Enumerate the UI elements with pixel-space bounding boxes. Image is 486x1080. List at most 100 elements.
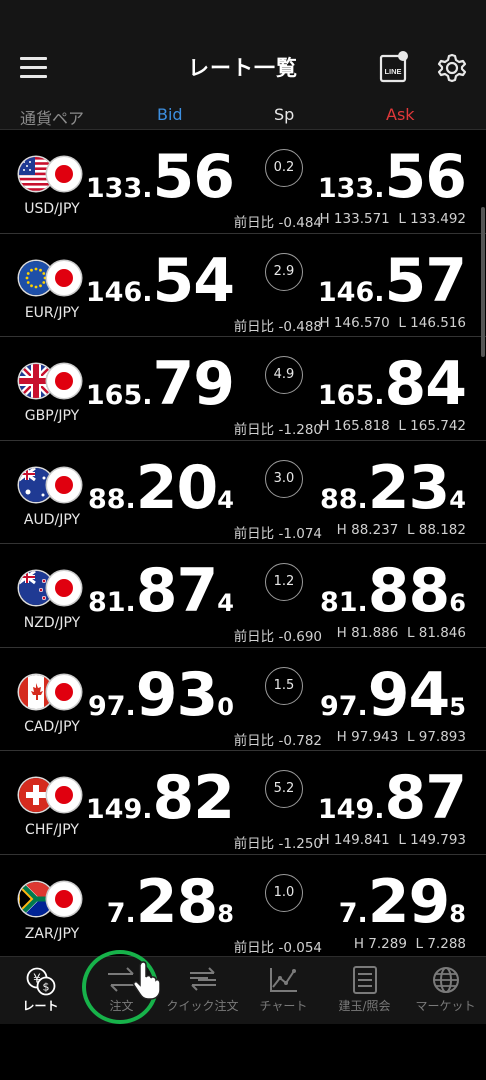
ask-price-pip: 8 xyxy=(449,899,466,928)
rate-list: USD/JPY 133.56 0.2 133.56 前日比 -0.484 H 1… xyxy=(0,130,486,958)
jp-flag-icon xyxy=(47,674,81,709)
ask-price[interactable]: 97.945 xyxy=(320,665,466,725)
bid-price-main: 87 xyxy=(135,556,218,626)
day-change: 前日比 -1.074 xyxy=(233,525,322,542)
ask-price-pip: 6 xyxy=(449,589,466,617)
low-value: L 165.742 xyxy=(398,418,466,434)
high-low: H 165.818 L 165.742 xyxy=(319,418,466,434)
high-value: H 165.818 xyxy=(319,418,390,434)
spread-badge: 0.2 xyxy=(265,149,303,187)
nav-quick-order-label: クイック注文 xyxy=(166,999,239,1013)
bid-price-prefix: 97. xyxy=(87,690,136,722)
high-low: H 97.943 L 97.893 xyxy=(337,729,466,745)
bottom-nav: ¥ $ レート 注文 クイック注文 チャート 建玉/照会 マーケット xyxy=(0,956,486,1024)
nav-rate-label: レート xyxy=(22,999,59,1013)
ask-price-main: 23 xyxy=(367,452,450,523)
high-value: H 81.886 xyxy=(336,625,399,641)
bid-price-prefix: 81. xyxy=(87,587,136,618)
spread-badge: 1.2 xyxy=(265,563,303,601)
ask-price-main: 87 xyxy=(384,763,467,833)
ask-price-prefix: 149. xyxy=(317,794,385,825)
line-share-icon[interactable]: LINE xyxy=(378,50,410,84)
day-change: 前日比 -0.484 xyxy=(233,215,322,231)
jp-flag-icon xyxy=(47,778,81,812)
bid-price[interactable]: 165.79 xyxy=(85,354,235,414)
bid-price-prefix: 146. xyxy=(85,276,153,308)
scrollbar[interactable] xyxy=(481,207,485,357)
rate-row-usd-jpy[interactable]: USD/JPY 133.56 0.2 133.56 前日比 -0.484 H 1… xyxy=(0,130,486,234)
spread-badge: 4.9 xyxy=(265,356,303,394)
nav-market[interactable]: マーケット xyxy=(405,957,486,1025)
nav-position-label: 建玉/照会 xyxy=(338,999,391,1013)
bid-price-main: 54 xyxy=(152,245,235,316)
column-spread: Sp xyxy=(274,105,295,124)
jp-flag-icon xyxy=(47,157,81,191)
jp-flag-icon xyxy=(47,467,81,502)
spread-badge: 5.2 xyxy=(265,770,303,808)
ask-price[interactable]: 7.298 xyxy=(339,872,466,932)
high-value: H 88.237 xyxy=(336,521,399,538)
bid-price-prefix: 165. xyxy=(85,380,153,411)
bid-price-main: 79 xyxy=(152,349,235,419)
day-change: 前日比 -1.250 xyxy=(233,836,322,852)
bid-price-main: 56 xyxy=(152,142,235,212)
bid-price-main: 82 xyxy=(152,763,235,833)
ask-price[interactable]: 88.234 xyxy=(320,458,466,518)
day-change: 前日比 -0.782 xyxy=(233,732,322,749)
bid-price-prefix: 88. xyxy=(87,483,136,515)
bid-price-pip: 0 xyxy=(217,692,234,721)
bid-price[interactable]: 81.874 xyxy=(88,561,234,621)
ask-price[interactable]: 149.87 xyxy=(317,768,467,828)
column-bid: Bid xyxy=(157,105,183,124)
nav-quick-order[interactable]: クイック注文 xyxy=(162,957,243,1025)
rate-row-nzd-jpy[interactable]: NZD/JPY 81.874 1.2 81.886 前日比 -0.690 H 8… xyxy=(0,544,486,648)
svg-text:$: $ xyxy=(42,981,49,994)
spread-badge: 1.5 xyxy=(265,666,303,705)
low-value: L 97.893 xyxy=(406,728,466,745)
high-value: H 133.571 xyxy=(319,211,390,227)
rate-row-chf-jpy[interactable]: CHF/JPY 149.82 5.2 149.87 前日比 -1.250 H 1… xyxy=(0,751,486,855)
ask-price[interactable]: 146.57 xyxy=(318,251,467,311)
high-low: H 133.571 L 133.492 xyxy=(319,211,466,227)
low-value: L 146.516 xyxy=(398,314,466,331)
high-value: H 149.841 xyxy=(319,832,390,848)
rate-row-gbp-jpy[interactable]: GBP/JPY 165.79 4.9 165.84 前日比 -1.280 H 1… xyxy=(0,337,486,441)
high-low: H 149.841 L 149.793 xyxy=(319,832,466,848)
column-ask: Ask xyxy=(386,105,415,124)
nav-rate[interactable]: ¥ $ レート xyxy=(0,957,81,1025)
rate-row-cad-jpy[interactable]: CAD/JPY 97.930 1.5 97.945 前日比 -0.782 H 9… xyxy=(0,647,486,751)
rate-row-zar-jpy[interactable]: ZAR/JPY 7.288 1.0 7.298 前日比 -0.054 H 7.2… xyxy=(0,854,486,958)
nav-chart-label: チャート xyxy=(259,999,308,1013)
bid-price[interactable]: 146.54 xyxy=(85,251,235,311)
ask-price-pip: 4 xyxy=(449,485,466,514)
bid-price[interactable]: 133.56 xyxy=(85,147,235,207)
nav-chart[interactable]: チャート xyxy=(243,957,324,1025)
ask-price[interactable]: 165.84 xyxy=(318,354,467,414)
bid-price-pip: 4 xyxy=(217,589,234,617)
market-icon xyxy=(432,967,459,993)
bid-price[interactable]: 97.930 xyxy=(88,665,234,725)
bid-price[interactable]: 149.82 xyxy=(85,768,235,828)
low-value: L 88.182 xyxy=(406,521,466,538)
day-change: 前日比 -1.280 xyxy=(233,422,322,438)
ask-price-main: 29 xyxy=(367,866,450,937)
bid-price[interactable]: 88.204 xyxy=(88,458,234,518)
low-value: L 7.288 xyxy=(415,935,466,952)
bid-price[interactable]: 7.288 xyxy=(107,872,234,932)
high-value: H 7.289 xyxy=(353,935,407,952)
line-label: LINE xyxy=(384,67,401,76)
ask-price[interactable]: 133.56 xyxy=(318,147,467,207)
rate-row-eur-jpy[interactable]: EUR/JPY 146.54 2.9 146.57 前日比 -0.488 H 1… xyxy=(0,233,486,337)
settings-gear-icon[interactable] xyxy=(435,51,469,85)
bid-price-prefix: 133. xyxy=(85,173,153,204)
bid-price-prefix: 149. xyxy=(85,794,153,825)
ask-price[interactable]: 81.886 xyxy=(320,561,466,621)
day-change: 前日比 -0.054 xyxy=(233,939,322,956)
pointer-hand-icon xyxy=(133,961,160,1000)
nav-position[interactable]: 建玉/照会 xyxy=(324,957,405,1025)
jp-flag-icon xyxy=(47,364,81,398)
bid-price-pip: 8 xyxy=(217,899,234,928)
ask-price-main: 56 xyxy=(384,142,467,212)
day-change: 前日比 -0.488 xyxy=(233,318,322,335)
rate-row-aud-jpy[interactable]: AUD/JPY 88.204 3.0 88.234 前日比 -1.074 H 8… xyxy=(0,440,486,544)
